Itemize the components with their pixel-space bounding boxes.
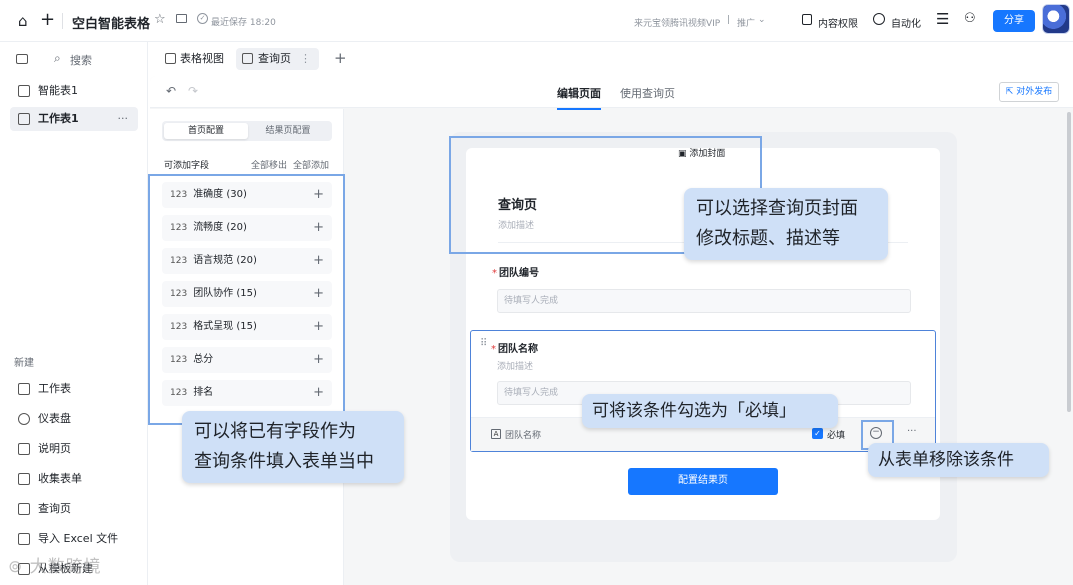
- field-label-team-id: * 团队编号: [492, 268, 539, 279]
- cover-callout-line-1: 可以选择查询页封面: [696, 198, 858, 219]
- external-link-icon: ⇱: [1005, 87, 1014, 97]
- drag-handle-icon[interactable]: ⠿: [480, 338, 487, 349]
- new-dashboard-item[interactable]: 仪表盘: [10, 407, 138, 431]
- smart-sheet-icon: [18, 85, 30, 97]
- content-permission-button[interactable]: 内容权限: [818, 15, 858, 30]
- menu-icon[interactable]: ☰: [936, 10, 949, 28]
- new-form-item[interactable]: 收集表单: [10, 467, 138, 491]
- tab-edit-page[interactable]: 编辑页面: [557, 85, 601, 110]
- watermark: ⊚ 大数跨境: [8, 552, 102, 577]
- tab-use-query-page[interactable]: 使用查询页: [620, 85, 675, 101]
- watermark-text: 大数跨境: [29, 557, 102, 577]
- tab-more-icon[interactable]: ⋮: [300, 48, 311, 70]
- new-query-page-item[interactable]: 查询页: [10, 497, 138, 521]
- new-item-label: 导入 Excel 文件: [38, 532, 119, 545]
- segment-result-config[interactable]: 结果页配置: [246, 123, 330, 139]
- new-doc-icon[interactable]: +: [40, 9, 55, 30]
- query-icon: [18, 503, 30, 515]
- redo-icon[interactable]: ↷: [188, 84, 198, 98]
- cover-callout: 可以选择查询页封面 修改标题、描述等: [684, 188, 888, 260]
- sidebar-item-label: 智能表1: [38, 84, 78, 97]
- doc-page-icon: [18, 443, 30, 455]
- text-type-icon: A: [491, 429, 501, 439]
- title-divider: [62, 13, 63, 29]
- required-checkbox[interactable]: ✓: [812, 428, 823, 439]
- tab-grid-view[interactable]: 表格视图: [162, 48, 224, 70]
- cover-callout-line-2: 修改标题、描述等: [696, 228, 840, 249]
- scrollbar[interactable]: [1067, 112, 1071, 412]
- new-item-label: 收集表单: [38, 472, 82, 485]
- watermark-logo-icon: ⊚: [8, 557, 24, 577]
- remove-callout: 从表单移除该条件: [868, 443, 1049, 477]
- form-icon: [18, 473, 30, 485]
- new-section-label: 新建: [14, 358, 34, 369]
- save-status: 最近保存 18:20: [211, 18, 276, 28]
- editor-toolbar: ↶ ↷ 编辑页面 使用查询页 ⇱ 对外发布: [150, 76, 1073, 110]
- fields-callout-line-1: 可以将已有字段作为: [194, 421, 356, 442]
- share-button[interactable]: 分享: [993, 10, 1035, 32]
- add-all-button[interactable]: 全部添加: [293, 158, 329, 171]
- sheet-icon: [18, 113, 30, 125]
- publish-label: 对外发布: [1016, 87, 1053, 97]
- sidebar-item-smart-sheet-1[interactable]: 智能表1: [10, 79, 138, 103]
- remove-all-button[interactable]: 全部移出: [251, 158, 287, 171]
- fields-highlight-box: [148, 174, 345, 425]
- new-item-label: 查询页: [38, 502, 71, 515]
- import-excel-item[interactable]: 导入 Excel 文件: [10, 527, 138, 551]
- dashboard-icon: [18, 413, 30, 425]
- avatar[interactable]: [1042, 4, 1070, 34]
- more-icon[interactable]: ···: [118, 107, 129, 131]
- fields-callout-line-2: 查询条件填入表单当中: [194, 451, 374, 472]
- team-id-input[interactable]: 待填写人完成: [497, 289, 911, 313]
- folder-icon[interactable]: [176, 14, 187, 23]
- new-item-label: 仪表盘: [38, 412, 71, 425]
- chevron-down-icon[interactable]: ⌄: [758, 15, 766, 25]
- query-icon: [242, 53, 253, 64]
- sidebar-item-label: 工作表1: [38, 112, 79, 125]
- more-options-icon[interactable]: ···: [907, 426, 917, 437]
- new-doc-page-item[interactable]: 说明页: [10, 437, 138, 461]
- promo-text[interactable]: 来元宝领腾讯视频VIP: [634, 16, 720, 29]
- new-item-label: 说明页: [38, 442, 71, 455]
- field-label-team-name: * 团队名称: [491, 344, 538, 355]
- grid-icon: [165, 53, 176, 64]
- top-bar: ⌂ + 空白智能表格 ☆ ✓ 最近保存 18:20 来元宝领腾讯视频VIP | …: [0, 0, 1073, 42]
- promo-divider: |: [727, 15, 731, 25]
- configure-result-page-button[interactable]: 配置结果页: [628, 468, 778, 495]
- sidebar-search[interactable]: 搜索: [70, 52, 92, 68]
- undo-icon[interactable]: ↶: [166, 84, 176, 98]
- search-icon[interactable]: ⌕: [54, 51, 61, 66]
- required-callout: 可将该条件勾选为「必填」: [582, 394, 838, 428]
- sidebar: ⌕ 搜索 智能表1 工作表1 ··· 新建 工作表 仪表盘 说明页 收集表单 查…: [0, 42, 148, 585]
- saved-check-icon: ✓: [197, 13, 208, 24]
- sheet-icon: [18, 383, 30, 395]
- add-view-button[interactable]: +: [334, 49, 347, 67]
- collaborator-icon[interactable]: ⚇: [964, 11, 976, 26]
- lock-icon: [802, 14, 812, 25]
- doc-title[interactable]: 空白智能表格: [72, 13, 150, 32]
- import-icon: [18, 533, 30, 545]
- config-segment: 首页配置 结果页配置: [162, 121, 332, 141]
- segment-home-config[interactable]: 首页配置: [164, 123, 248, 139]
- available-fields-label: 可添加字段: [164, 161, 210, 171]
- publish-button[interactable]: ⇱ 对外发布: [999, 82, 1059, 102]
- required-label: 必填: [827, 431, 846, 441]
- automation-button[interactable]: 自动化: [891, 15, 921, 30]
- home-icon[interactable]: ⌂: [18, 12, 28, 30]
- sidebar-item-sheet-1[interactable]: 工作表1 ···: [10, 107, 138, 131]
- promo-link[interactable]: 推广: [737, 16, 755, 29]
- tab-label: 查询页: [258, 52, 291, 65]
- new-item-label: 工作表: [38, 382, 71, 395]
- field-description[interactable]: 添加描述: [497, 359, 533, 372]
- new-sheet-item[interactable]: 工作表: [10, 377, 138, 401]
- automation-icon: [873, 13, 885, 25]
- fields-callout: 可以将已有字段作为 查询条件填入表单当中: [182, 411, 404, 483]
- star-icon[interactable]: ☆: [154, 12, 166, 27]
- sidebar-toggle-icon[interactable]: [16, 54, 28, 64]
- tab-query-page[interactable]: 查询页 ⋮: [236, 48, 319, 70]
- view-tab-bar: 表格视图 查询页 ⋮ +: [148, 42, 1073, 74]
- tab-label: 表格视图: [180, 52, 224, 65]
- field-type-label: 团队名称: [505, 431, 542, 441]
